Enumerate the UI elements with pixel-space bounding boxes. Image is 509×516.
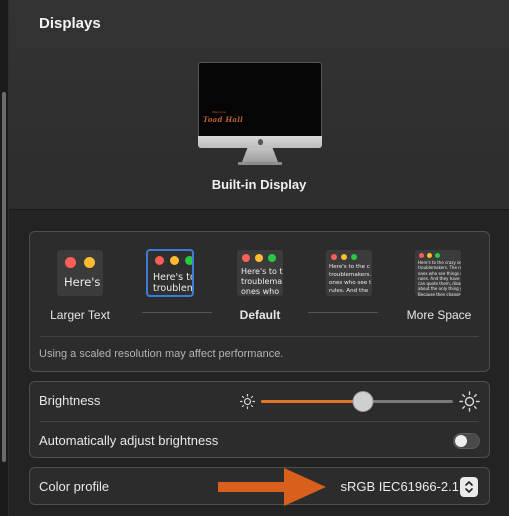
apple-logo-icon <box>257 139 263 145</box>
resolution-option-2[interactable]: Here's to troublem <box>146 249 194 297</box>
preview-text: Here's to the c troublemakers. ones who … <box>329 264 372 294</box>
panel-divider <box>40 336 479 337</box>
brightness-slider[interactable] <box>261 391 453 412</box>
resolution-option-larger-text[interactable]: Here's <box>57 250 103 296</box>
minimize-dot-icon <box>84 257 95 268</box>
preview-text: Here's to troublem <box>153 272 194 294</box>
sidebar-scrollbar[interactable] <box>0 0 9 516</box>
resolution-preview: Here's to the crazy one troublemakers. T… <box>415 250 461 296</box>
brightness-panel: Brightness Automatically adjust brightne… <box>29 381 490 458</box>
display-screen: Welcome Toad Hall <box>198 62 322 136</box>
close-dot-icon <box>419 253 424 258</box>
display-header: Displays Welcome Toad Hall Built-in Disp… <box>9 0 509 210</box>
resolution-preview: Here's to t troublema ones who <box>237 250 283 296</box>
resolution-note: Using a scaled resolution may affect per… <box>39 348 284 360</box>
close-dot-icon <box>65 257 76 268</box>
scrollbar-thumb[interactable] <box>2 92 6 462</box>
preview-text: Here's <box>64 275 101 289</box>
page-title: Displays <box>39 15 101 32</box>
wallpaper-small-text: Welcome <box>212 110 226 114</box>
auto-brightness-label: Automatically adjust brightness <box>39 433 219 448</box>
resolution-panel: Here's Here's to troublem Here's to t tr… <box>29 231 490 372</box>
brightness-slider-knob[interactable] <box>352 391 374 412</box>
display-stand <box>242 148 278 162</box>
zoom-dot-icon <box>185 256 192 265</box>
toggle-knob <box>455 435 467 447</box>
resolution-label-larger-text: Larger Text <box>50 308 110 322</box>
resolution-option-default[interactable]: Here's to t troublema ones who <box>237 250 283 296</box>
resolution-option-more-space[interactable]: Here's to the crazy one troublemakers. T… <box>415 250 461 296</box>
resolution-separator <box>308 312 378 313</box>
close-dot-icon <box>331 254 337 260</box>
minimize-dot-icon <box>170 256 179 265</box>
zoom-dot-icon <box>435 253 440 258</box>
minimize-dot-icon <box>341 254 347 260</box>
minimize-dot-icon <box>255 254 263 262</box>
color-profile-select[interactable]: sRGB IEC61966-2.1 <box>340 479 459 494</box>
resolution-separator <box>142 312 212 313</box>
close-dot-icon <box>155 256 164 265</box>
annotation-arrow-icon <box>218 468 326 506</box>
zoom-dot-icon <box>351 254 357 260</box>
auto-brightness-toggle[interactable] <box>453 433 480 449</box>
resolution-preview-selected: Here's to troublem <box>146 249 194 297</box>
sun-large-icon <box>459 391 480 412</box>
chevron-up-down-icon[interactable] <box>460 477 478 497</box>
resolution-label-more-space: More Space <box>406 308 472 322</box>
display-name: Built-in Display <box>211 177 307 192</box>
display-thumbnail[interactable]: Welcome Toad Hall <box>198 62 322 165</box>
color-profile-label: Color profile <box>39 479 110 494</box>
panel-divider <box>40 421 479 422</box>
resolution-preview: Here's <box>57 250 103 296</box>
preview-text: Here's to t troublema ones who <box>241 267 283 296</box>
preview-text: Here's to the crazy one troublemakers. T… <box>418 260 461 296</box>
display-chin <box>198 136 322 148</box>
zoom-dot-icon <box>268 254 276 262</box>
resolution-option-4[interactable]: Here's to the c troublemakers. ones who … <box>326 250 372 296</box>
resolution-preview: Here's to the c troublemakers. ones who … <box>326 250 372 296</box>
sun-small-icon <box>239 393 256 410</box>
brightness-slider-fill <box>261 400 363 403</box>
wallpaper-text: Toad Hall <box>203 115 244 124</box>
close-dot-icon <box>242 254 250 262</box>
minimize-dot-icon <box>427 253 432 258</box>
brightness-label: Brightness <box>39 393 101 408</box>
display-stand-base <box>238 162 282 165</box>
resolution-label-default: Default <box>239 308 281 322</box>
